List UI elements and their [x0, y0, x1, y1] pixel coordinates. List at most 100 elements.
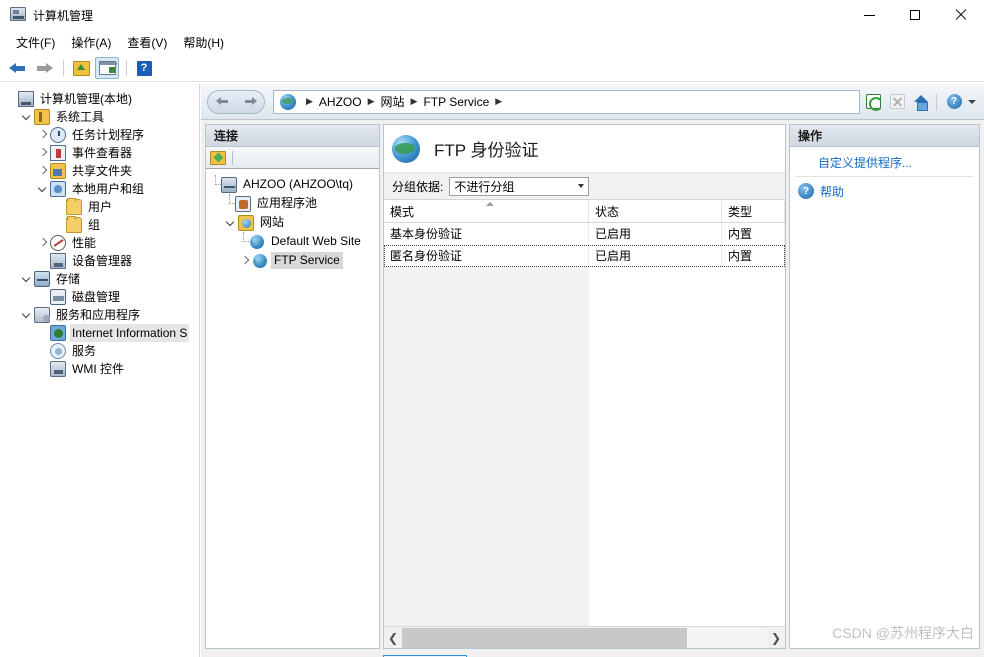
nav-separator — [936, 94, 937, 110]
tree-item-label: 共享文件夹 — [70, 162, 134, 180]
connections-toolbar — [206, 147, 379, 169]
tree-item[interactable]: 磁盘管理 — [4, 288, 199, 306]
close-button[interactable] — [938, 0, 984, 30]
minimize-button[interactable] — [846, 0, 892, 30]
chevron-down-icon[interactable] — [224, 214, 238, 232]
tree-item[interactable]: 服务 — [4, 342, 199, 360]
watermark: CSDN @苏州程序大白 — [832, 623, 974, 643]
connection-tree-item[interactable]: Default Web Site — [208, 232, 379, 251]
connection-tree-item[interactable]: 网站 — [208, 213, 379, 232]
chevron-right-icon[interactable]: ❯ — [767, 628, 785, 648]
up-folder-button[interactable] — [69, 57, 93, 79]
add-connection-icon[interactable] — [210, 151, 226, 165]
tree-item[interactable]: Internet Information S — [4, 324, 199, 342]
chevron-right-icon[interactable] — [36, 234, 50, 252]
action-label: 自定义提供程序... — [818, 154, 912, 171]
tree-item[interactable]: 存储 — [4, 270, 199, 288]
menu-view[interactable]: 查看(V) — [119, 31, 175, 54]
chevron-right-icon[interactable] — [238, 252, 252, 270]
maximize-button[interactable] — [892, 0, 938, 30]
users-groups-icon — [50, 181, 66, 197]
table-cell-type: 内置 — [722, 223, 785, 245]
column-header[interactable]: 模式 — [384, 201, 589, 222]
action-custom-providers[interactable]: 自定义提供程序... — [790, 151, 979, 173]
chevron-down-icon[interactable] — [20, 306, 34, 324]
tree-item[interactable]: 事件查看器 — [4, 144, 199, 162]
show-hide-tree-button[interactable] — [95, 57, 119, 79]
nav-back-icon[interactable] — [216, 96, 229, 107]
column-header[interactable]: 类型 — [722, 201, 785, 222]
back-button[interactable] — [6, 57, 30, 79]
chevron-down-icon[interactable] — [36, 180, 50, 198]
toolbar-separator — [232, 151, 233, 165]
table-row[interactable]: 匿名身份验证已启用内置 — [384, 245, 785, 267]
menu-action[interactable]: 操作(A) — [63, 31, 119, 54]
tree-item-label: 任务计划程序 — [70, 126, 146, 144]
scroll-track[interactable] — [402, 628, 767, 648]
connections-tree[interactable]: AHZOO (AHZOO\tq)应用程序池网站Default Web SiteF… — [206, 169, 379, 270]
breadcrumb-item-server[interactable]: AHZOO — [319, 95, 362, 109]
group-by-select[interactable]: 不进行分组 — [449, 177, 589, 196]
group-by-value: 不进行分组 — [454, 178, 514, 195]
chevron-left-icon[interactable]: ❮ — [384, 628, 402, 648]
storage-icon — [34, 271, 50, 287]
tree-item[interactable]: 共享文件夹 — [4, 162, 199, 180]
chevron-right-icon[interactable] — [36, 162, 50, 180]
tree-guide — [238, 232, 249, 251]
tree-item[interactable]: WMI 控件 — [4, 360, 199, 378]
iis-manager-panel: ▶ AHZOO ▶ 网站 ▶ FTP Service ▶ ? 连接 — [201, 84, 984, 657]
tree-item[interactable]: 系统工具 — [4, 108, 199, 126]
tree-item[interactable]: 用户 — [4, 198, 199, 216]
help-circle-icon: ? — [947, 94, 962, 109]
tree-item[interactable]: 设备管理器 — [4, 252, 199, 270]
main-toolbar: ? — [0, 55, 984, 82]
connection-tree-item[interactable]: AHZOO (AHZOO\tq) — [208, 175, 379, 194]
home-button[interactable] — [910, 91, 932, 113]
connection-tree-item[interactable]: 应用程序池 — [208, 194, 379, 213]
iis-help-button[interactable]: ? — [943, 91, 965, 113]
breadcrumb-bar[interactable]: ▶ AHZOO ▶ 网站 ▶ FTP Service ▶ — [273, 90, 860, 114]
chevron-right-icon[interactable] — [36, 144, 50, 162]
chevron-down-icon[interactable] — [20, 108, 34, 126]
show-tree-icon — [99, 61, 116, 75]
scroll-thumb[interactable] — [402, 628, 687, 648]
tree-item-label: 系统工具 — [54, 108, 106, 126]
tree-item[interactable]: 服务和应用程序 — [4, 306, 199, 324]
website-icon — [249, 234, 265, 250]
home-icon — [914, 95, 929, 109]
menu-file[interactable]: 文件(F) — [8, 31, 63, 54]
chevron-down-icon[interactable] — [968, 100, 976, 104]
connection-tree-item[interactable]: FTP Service — [208, 251, 379, 270]
help-button[interactable]: ? — [132, 57, 156, 79]
arrow-left-icon — [9, 62, 27, 74]
shared-folder-icon — [50, 163, 66, 179]
chevron-down-icon[interactable] — [20, 270, 34, 288]
horizontal-scrollbar[interactable]: ❮ ❯ — [384, 626, 785, 648]
table-row[interactable]: 基本身份验证已启用内置 — [384, 223, 785, 245]
forward-button[interactable] — [32, 57, 56, 79]
column-header[interactable]: 状态 — [589, 201, 722, 222]
action-help[interactable]: ? 帮助 — [790, 180, 979, 202]
tree-item-label: 设备管理器 — [70, 252, 134, 270]
console-tree-pane[interactable]: 计算机管理(本地)系统工具任务计划程序事件查看器共享文件夹本地用户和组用户组性能… — [0, 84, 200, 657]
chevron-right-icon[interactable] — [36, 126, 50, 144]
menu-help[interactable]: 帮助(H) — [175, 31, 232, 54]
column-header-label: 类型 — [728, 203, 752, 220]
actions-separator — [796, 176, 973, 177]
tree-item[interactable]: 性能 — [4, 234, 199, 252]
nav-forward-icon[interactable] — [244, 96, 257, 107]
nav-buttons: ? — [860, 91, 984, 113]
tree-item-label: 服务 — [70, 342, 98, 360]
table-cell-status: 已启用 — [589, 245, 722, 267]
breadcrumb-item-site[interactable]: FTP Service — [423, 95, 489, 109]
breadcrumb-item-sites[interactable]: 网站 — [381, 93, 405, 110]
wmi-icon — [50, 361, 66, 377]
tree-item[interactable]: 组 — [4, 216, 199, 234]
tree-item[interactable]: 计算机管理(本地) — [4, 90, 199, 108]
tree-item[interactable]: 本地用户和组 — [4, 180, 199, 198]
tree-item[interactable]: 任务计划程序 — [4, 126, 199, 144]
refresh-button[interactable] — [862, 91, 884, 113]
stop-icon — [890, 94, 905, 109]
authentication-list[interactable]: 模式状态类型 基本身份验证已启用内置匿名身份验证已启用内置 — [384, 201, 785, 626]
breadcrumb-separator: ▶ — [306, 96, 313, 107]
